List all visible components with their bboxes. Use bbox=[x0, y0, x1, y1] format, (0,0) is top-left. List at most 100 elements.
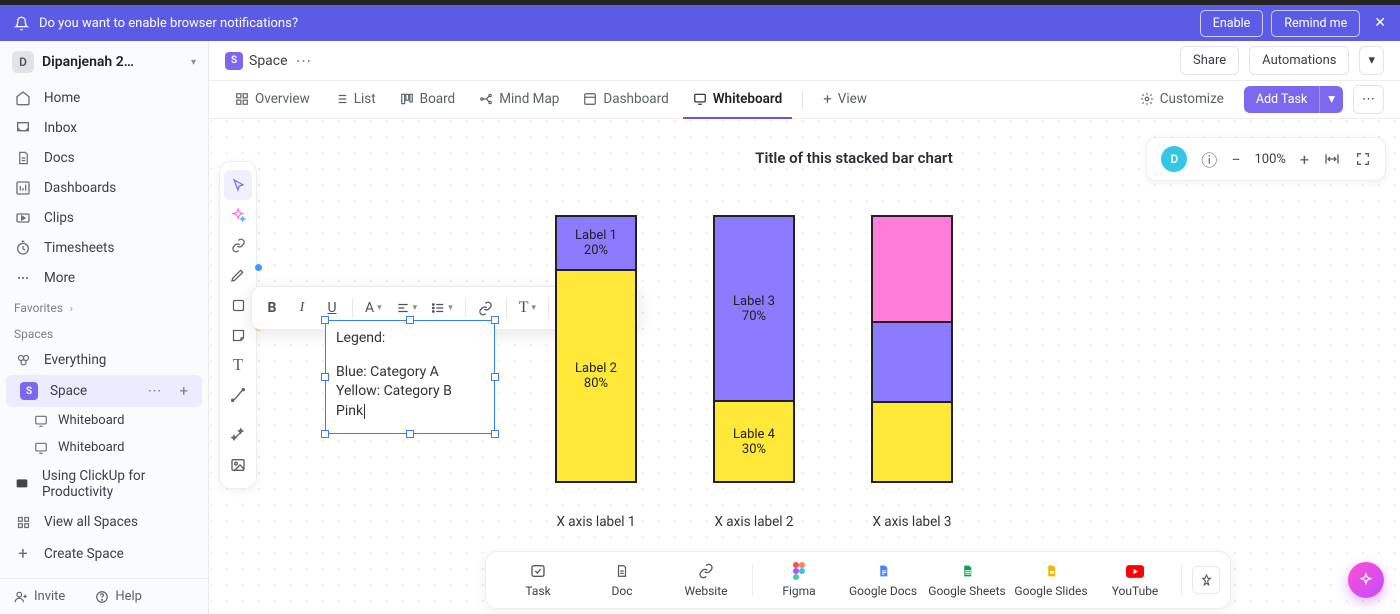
legend-content[interactable]: Legend: Blue: Category A Yellow: Categor… bbox=[326, 321, 494, 429]
connector-tool[interactable] bbox=[224, 380, 252, 410]
font-button[interactable]: A▾ bbox=[359, 293, 388, 323]
segment-label: Lable 4 bbox=[733, 427, 775, 442]
sidebar-sub-whiteboard-2[interactable]: Whiteboard bbox=[0, 434, 208, 461]
plus-icon[interactable]: + bbox=[179, 382, 188, 400]
add-task-caret-button[interactable]: ▾ bbox=[1319, 86, 1343, 113]
sidebar-item-view-all-spaces[interactable]: View all Spaces bbox=[0, 507, 208, 537]
view-tabs: Overview List Board Mind Map Dashboard W… bbox=[209, 81, 1400, 119]
sticky-tool[interactable] bbox=[224, 320, 252, 350]
tab-overview[interactable]: Overview bbox=[225, 81, 320, 119]
remind-button[interactable]: Remind me bbox=[1271, 10, 1360, 37]
invite-link[interactable]: Invite bbox=[14, 589, 65, 604]
card-doc[interactable]: Doc bbox=[580, 558, 664, 602]
sidebar-item-timesheets[interactable]: Timesheets bbox=[0, 233, 208, 263]
sidebar-item-docs[interactable]: Docs bbox=[0, 143, 208, 173]
avatar[interactable]: D bbox=[1161, 146, 1187, 172]
more-dots-icon[interactable]: ⋯ bbox=[296, 51, 312, 70]
tab-board[interactable]: Board bbox=[390, 81, 466, 119]
doc-icon bbox=[615, 562, 629, 580]
automations-caret-button[interactable]: ▾ bbox=[1359, 46, 1384, 75]
image-tool[interactable] bbox=[224, 450, 252, 480]
card-website[interactable]: Website bbox=[664, 558, 748, 602]
bar-column-3[interactable] bbox=[871, 215, 953, 483]
dashboard-icon bbox=[14, 180, 32, 196]
sidebar-item-more[interactable]: More bbox=[0, 263, 208, 293]
chevron-down-icon: ▾ bbox=[191, 57, 196, 68]
close-icon[interactable]: ✕ bbox=[1374, 15, 1386, 31]
automations-button[interactable]: Automations bbox=[1249, 46, 1349, 75]
sidebar-item-clips[interactable]: Clips bbox=[0, 203, 208, 233]
sidebar-item-using-clickup[interactable]: Using ClickUp for Productivity bbox=[0, 461, 208, 507]
sidebar-sub-whiteboard-1[interactable]: Whiteboard bbox=[0, 407, 208, 434]
fullscreen-icon[interactable] bbox=[1355, 151, 1371, 167]
workspace-switcher[interactable]: D Dipanjenah 2… ▾ bbox=[0, 41, 208, 83]
sidebar-item-label: Home bbox=[44, 90, 80, 106]
enable-button[interactable]: Enable bbox=[1200, 10, 1264, 37]
space-badge: S bbox=[20, 382, 38, 400]
info-icon[interactable]: ⓘ bbox=[1201, 147, 1217, 171]
sidebar-item-home[interactable]: Home bbox=[0, 83, 208, 113]
italic-button[interactable]: I bbox=[288, 293, 316, 323]
share-button[interactable]: Share bbox=[1180, 46, 1239, 75]
tab-add-view[interactable]: +View bbox=[813, 81, 877, 119]
segment-value: 30% bbox=[742, 442, 766, 457]
segment-label: Label 1 bbox=[575, 228, 617, 243]
sidebar-item-space[interactable]: S Space ⋯ + bbox=[6, 375, 202, 407]
customize-button[interactable]: Customize bbox=[1130, 81, 1234, 119]
workspace-avatar: D bbox=[12, 51, 34, 73]
fit-width-icon[interactable] bbox=[1323, 151, 1341, 167]
card-figma[interactable]: Figma bbox=[757, 558, 841, 602]
card-youtube[interactable]: YouTube bbox=[1093, 558, 1177, 602]
gslides-icon bbox=[1045, 562, 1058, 580]
docs-icon bbox=[14, 150, 32, 166]
segment-value: 20% bbox=[584, 243, 608, 258]
help-link[interactable]: Help bbox=[95, 589, 142, 604]
plus-icon: + bbox=[14, 544, 32, 564]
whiteboard-toolbar: T bbox=[219, 161, 257, 489]
card-google-docs[interactable]: Google Docs bbox=[841, 558, 925, 602]
select-tool[interactable] bbox=[224, 170, 252, 200]
sidebar-item-create-space[interactable]: + Create Space bbox=[0, 537, 208, 571]
zoom-in-icon[interactable]: + bbox=[1300, 150, 1309, 169]
ai-fab[interactable] bbox=[1348, 562, 1384, 598]
panel-icon bbox=[583, 92, 597, 106]
inbox-icon bbox=[14, 120, 32, 136]
sidebar-item-dashboards[interactable]: Dashboards bbox=[0, 173, 208, 203]
tab-list[interactable]: List bbox=[324, 81, 386, 119]
bar-column-2[interactable]: Label 370%Lable 430% bbox=[713, 215, 795, 483]
card-google-sheets[interactable]: Google Sheets bbox=[925, 558, 1009, 602]
sidebar-item-everything[interactable]: Everything bbox=[0, 345, 208, 375]
add-task-button[interactable]: Add Task bbox=[1244, 86, 1319, 113]
sidebar: D Dipanjenah 2… ▾ Home Inbox Docs Dashbo… bbox=[0, 41, 209, 614]
text-style-button[interactable]: T▾ bbox=[513, 293, 542, 323]
overflow-button[interactable]: ⋯ bbox=[1353, 85, 1384, 114]
grid-icon bbox=[14, 515, 32, 530]
ai-tool[interactable] bbox=[224, 200, 252, 230]
shape-tool[interactable] bbox=[224, 290, 252, 320]
zoom-out-icon[interactable]: − bbox=[1231, 150, 1240, 169]
notification-bar: Do you want to enable browser notificati… bbox=[0, 5, 1400, 41]
text-tool[interactable]: T bbox=[224, 350, 252, 380]
card-task[interactable]: Task bbox=[496, 558, 580, 602]
breadcrumb[interactable]: S Space bbox=[225, 52, 288, 70]
tab-mindmap[interactable]: Mind Map bbox=[469, 81, 569, 119]
sidebar-item-label: Dashboards bbox=[44, 180, 116, 196]
pen-tool[interactable] bbox=[224, 260, 252, 290]
bar-column-1[interactable]: Label 120%Label 280% bbox=[555, 215, 637, 483]
invite-icon bbox=[14, 590, 28, 604]
pin-button[interactable] bbox=[1192, 566, 1220, 594]
tab-dashboard[interactable]: Dashboard bbox=[573, 81, 678, 119]
legend-textbox[interactable]: Legend: Blue: Category A Yellow: Categor… bbox=[325, 320, 495, 434]
section-favorites[interactable]: Favorites › bbox=[0, 293, 208, 319]
list-button[interactable]: ▾ bbox=[425, 293, 459, 323]
sidebar-item-label: Clips bbox=[44, 210, 74, 226]
whiteboard-canvas[interactable]: D ⓘ − 100% + T bbox=[209, 119, 1400, 614]
card-google-slides[interactable]: Google Slides bbox=[1009, 558, 1093, 602]
bold-button[interactable]: B bbox=[258, 293, 286, 323]
chart-title[interactable]: Title of this stacked bar chart bbox=[649, 149, 1059, 167]
sidebar-item-inbox[interactable]: Inbox bbox=[0, 113, 208, 143]
tab-whiteboard[interactable]: Whiteboard bbox=[683, 81, 793, 119]
more-dots-icon[interactable]: ⋯ bbox=[147, 383, 161, 399]
magic-tool[interactable] bbox=[224, 420, 252, 450]
link-tool[interactable] bbox=[224, 230, 252, 260]
